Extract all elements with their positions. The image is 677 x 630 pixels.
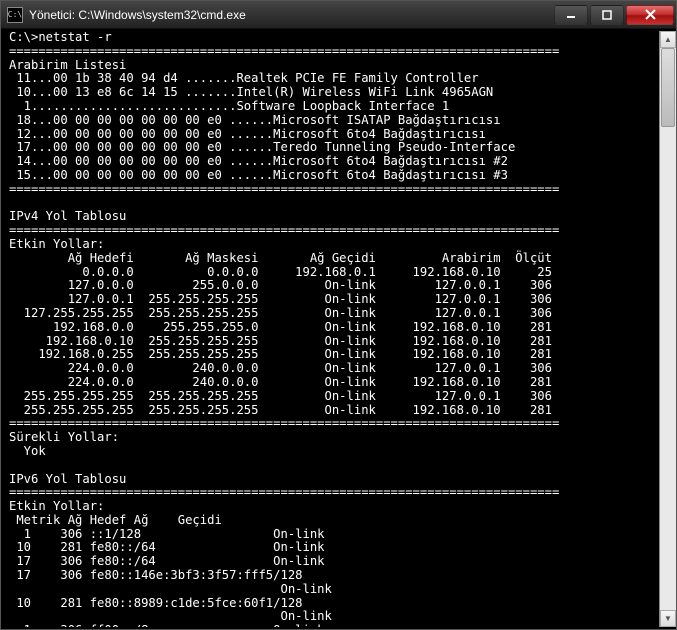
console-output[interactable]: C:\>netstat -r =========================… [9,31,659,627]
scroll-thumb[interactable] [661,48,675,127]
scroll-track[interactable] [660,48,676,610]
vertical-scrollbar[interactable]: ▲ ▼ [659,31,676,627]
close-button[interactable] [626,5,674,25]
scroll-up-button[interactable]: ▲ [660,31,676,48]
window-titlebar: C:\ Yönetici: C:\Windows\system32\cmd.ex… [1,1,676,29]
app-icon: C:\ [7,7,23,23]
console-client-area: C:\>netstat -r =========================… [1,29,676,629]
window-title: Yönetici: C:\Windows\system32\cmd.exe [29,8,554,22]
maximize-button[interactable] [590,5,624,25]
scroll-down-button[interactable]: ▼ [660,610,676,627]
minimize-button[interactable] [554,5,588,25]
